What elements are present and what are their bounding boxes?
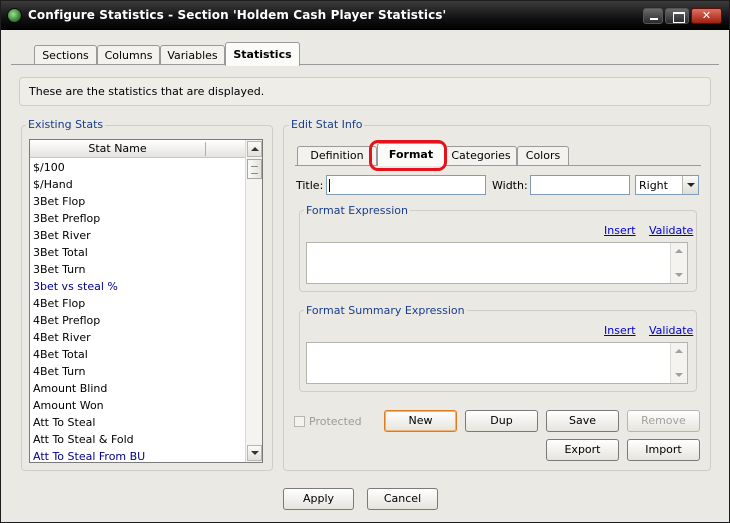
app-logo-icon <box>7 8 22 23</box>
list-item[interactable]: Amount Won <box>30 397 245 414</box>
description-box: These are the statistics that are displa… <box>19 77 711 106</box>
width-label: Width: <box>492 179 528 192</box>
tab-colors[interactable]: Colors <box>517 146 569 165</box>
description-text: These are the statistics that are displa… <box>29 85 265 98</box>
chevron-up-icon <box>675 249 683 253</box>
scroll-down-button[interactable] <box>247 445 262 461</box>
stat-list-items: $/100 $/Hand 3Bet Flop 3Bet Preflop 3Bet Riv… <box>30 159 245 465</box>
list-item[interactable]: 3Bet River <box>30 227 245 244</box>
format-expression-validate-link[interactable]: Validate <box>649 224 693 237</box>
list-item[interactable]: 4Bet Turn <box>30 363 245 380</box>
configure-statistics-window: Configure Statistics - Section 'Holdem C… <box>0 0 730 523</box>
tab-statistics[interactable]: Statistics <box>225 42 300 66</box>
list-item[interactable]: Amount Blind <box>30 380 245 397</box>
tab-format[interactable]: Format <box>377 143 445 166</box>
memo-scrollbar[interactable] <box>670 243 687 283</box>
text-caret <box>329 179 330 192</box>
save-button[interactable]: Save <box>546 410 619 432</box>
list-item[interactable]: 4Bet River <box>30 329 245 346</box>
width-input[interactable] <box>530 175 630 195</box>
maximize-button[interactable] <box>665 8 689 24</box>
chevron-down-icon[interactable] <box>682 176 698 194</box>
edit-stat-info-title: Edit Stat Info <box>289 118 365 131</box>
list-item[interactable]: 3Bet Flop <box>30 193 245 210</box>
stat-name-header: Stat Name <box>88 142 147 155</box>
chevron-up-icon <box>251 147 259 151</box>
cancel-button[interactable]: Cancel <box>367 488 438 510</box>
remove-button[interactable]: Remove <box>627 410 700 432</box>
format-expression-input[interactable] <box>306 242 688 284</box>
list-item[interactable]: $/100 <box>30 159 245 176</box>
import-button[interactable]: Import <box>627 439 700 461</box>
chevron-down-icon <box>675 373 683 377</box>
format-summary-expression-input[interactable] <box>306 342 688 384</box>
tab-categories[interactable]: Categories <box>445 146 517 165</box>
close-icon: ✕ <box>701 9 712 22</box>
list-scrollbar[interactable] <box>245 140 262 462</box>
protected-checkbox[interactable] <box>294 416 305 427</box>
list-item[interactable]: 4Bet Flop <box>30 295 245 312</box>
list-item[interactable]: Att To Steal From BU <box>30 448 245 465</box>
column-separator <box>205 142 206 156</box>
existing-stats-list[interactable]: Stat Name $/100 $/Hand 3Bet Flop 3Bet Prefl… <box>29 139 263 463</box>
inner-tab-divider <box>295 165 701 166</box>
close-button[interactable]: ✕ <box>691 8 722 24</box>
list-item[interactable]: 4Bet Total <box>30 346 245 363</box>
new-button[interactable]: New <box>384 410 457 432</box>
list-item[interactable]: Att To Steal & Fold <box>30 431 245 448</box>
tab-columns[interactable]: Columns <box>97 45 160 65</box>
list-item[interactable]: 3Bet Total <box>30 244 245 261</box>
tab-definition[interactable]: Definition <box>297 146 377 165</box>
format-summary-validate-link[interactable]: Validate <box>649 324 693 337</box>
alignment-value: Right <box>639 179 668 192</box>
title-label: Title: <box>296 179 324 192</box>
dup-button[interactable]: Dup <box>465 410 538 432</box>
scroll-up-button[interactable] <box>247 141 262 157</box>
list-item[interactable]: 3bet vs steal % <box>30 278 245 295</box>
alignment-select[interactable]: Right <box>635 175 699 195</box>
list-item[interactable]: 3Bet Preflop <box>30 210 245 227</box>
tab-variables[interactable]: Variables <box>160 45 225 65</box>
existing-stats-title: Existing Stats <box>26 118 106 131</box>
format-expression-title: Format Expression <box>304 204 410 217</box>
scroll-thumb[interactable] <box>247 159 262 179</box>
minimize-button[interactable] <box>643 8 663 24</box>
memo-scrollbar[interactable] <box>670 343 687 383</box>
chevron-down-icon <box>251 451 259 455</box>
tab-sections[interactable]: Sections <box>34 45 97 65</box>
title-input[interactable] <box>326 175 486 195</box>
protected-label: Protected <box>309 415 362 428</box>
tab-strip-divider <box>11 64 719 65</box>
list-item[interactable]: 4Bet Preflop <box>30 312 245 329</box>
chevron-up-icon <box>675 349 683 353</box>
window-title: Configure Statistics - Section 'Holdem C… <box>28 8 447 22</box>
chevron-down-icon <box>675 273 683 277</box>
list-column-header[interactable]: Stat Name <box>30 140 245 158</box>
format-expression-insert-link[interactable]: Insert <box>604 224 636 237</box>
list-item[interactable]: 3Bet Turn <box>30 261 245 278</box>
title-bar[interactable]: Configure Statistics - Section 'Holdem C… <box>1 1 729 30</box>
export-button[interactable]: Export <box>546 439 619 461</box>
format-summary-expression-title: Format Summary Expression <box>304 304 467 317</box>
list-item[interactable]: $/Hand <box>30 176 245 193</box>
format-summary-insert-link[interactable]: Insert <box>604 324 636 337</box>
list-item[interactable]: Att To Steal <box>30 414 245 431</box>
apply-button[interactable]: Apply <box>283 488 354 510</box>
